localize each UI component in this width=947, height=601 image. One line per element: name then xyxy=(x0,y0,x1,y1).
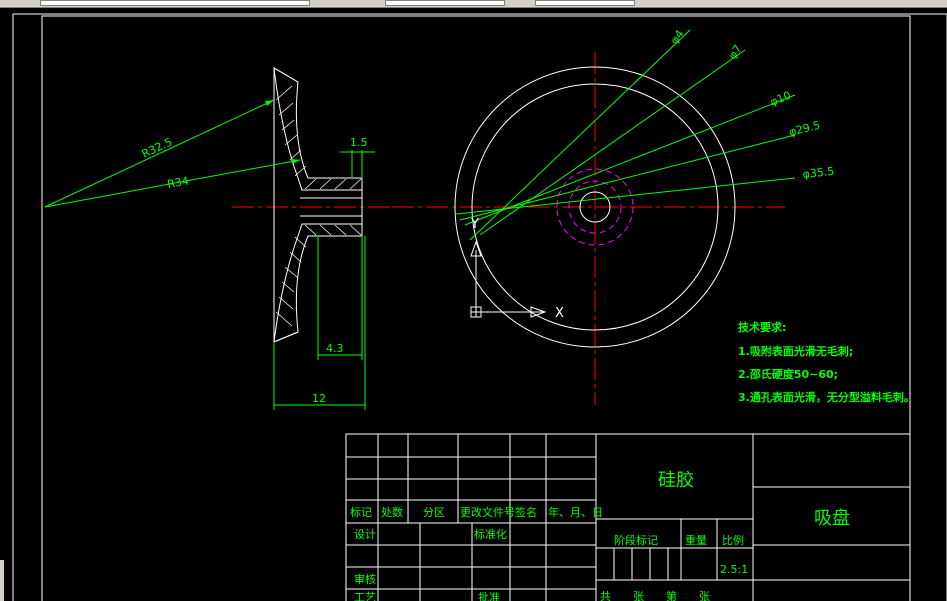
tb-approve: 批准 xyxy=(478,590,500,601)
section-profile-top xyxy=(273,67,363,191)
tb-mark: 标记 xyxy=(350,505,372,519)
phi35-leader xyxy=(455,177,796,215)
notes-line-3: 3.通孔表面光滑，无分型溢料毛刺。 xyxy=(738,390,915,404)
dim-1-5: 1.5 xyxy=(350,136,368,149)
tb-zone: 分区 xyxy=(423,506,445,519)
vertical-scrollbar[interactable] xyxy=(0,560,4,601)
tb-weight: 重量 xyxy=(685,533,707,547)
dim-r32-5: R32.5 xyxy=(140,135,175,160)
title-block-text: 标记 处数 分区 更改文件号 签名 年、月、日 设计 标准化 审核 工艺 批准 … xyxy=(350,470,850,601)
dim-phi35-5: φ35.5 xyxy=(802,165,835,181)
tb-sheets: 共 张 第 张 xyxy=(600,589,710,601)
tb-design: 设计 xyxy=(354,528,376,541)
tb-docno: 更改文件号 xyxy=(460,505,515,519)
r32-arrow xyxy=(265,100,274,106)
tb-material: 硅胶 xyxy=(658,470,694,491)
tb-stage-mark: 阶段标记 xyxy=(614,533,658,547)
dim-phi29-5: φ29.5 xyxy=(788,119,822,139)
tb-scale-label: 比例 xyxy=(722,533,744,547)
tb-count: 处数 xyxy=(381,506,403,519)
drawing-canvas[interactable]: R32.5 R34 1.5 4.3 12 φ4 φ7 φ10 φ29.5 φ35… xyxy=(0,0,947,601)
dim-phi4: φ4 xyxy=(668,28,687,47)
cup-rim-top xyxy=(273,67,299,83)
dim-r34: R34 xyxy=(166,174,190,191)
dim-phi7: φ7 xyxy=(726,43,745,62)
notes-title: 技术要求: xyxy=(738,320,786,334)
ucs-y-label: Y xyxy=(470,217,479,232)
tb-standardize: 标准化 xyxy=(474,527,507,541)
dim-phi10: φ10 xyxy=(768,89,793,109)
notes-line-2: 2.邵氏硬度50~60; xyxy=(738,367,838,381)
tb-part-name: 吸盘 xyxy=(814,508,850,529)
tb-scale-value: 2.5:1 xyxy=(720,563,748,576)
dim-4-3: 4.3 xyxy=(326,342,344,355)
dim-12: 12 xyxy=(312,392,326,405)
tb-craft: 工艺 xyxy=(354,591,376,601)
tb-date: 年、月、日 xyxy=(548,505,603,519)
notes-line-1: 1.吸附表面光滑无毛刺; xyxy=(738,344,853,358)
cup-rim-bottom xyxy=(273,331,299,343)
tb-sign: 签名 xyxy=(515,505,537,519)
tb-review: 审核 xyxy=(354,572,376,586)
ucs-x-label: X xyxy=(555,306,564,321)
technical-notes: 技术要求: 1.吸附表面光滑无毛刺; 2.邵氏硬度50~60; 3.通孔表面光滑… xyxy=(738,320,915,404)
side-section-view: R32.5 R34 1.5 4.3 12 xyxy=(44,67,390,410)
